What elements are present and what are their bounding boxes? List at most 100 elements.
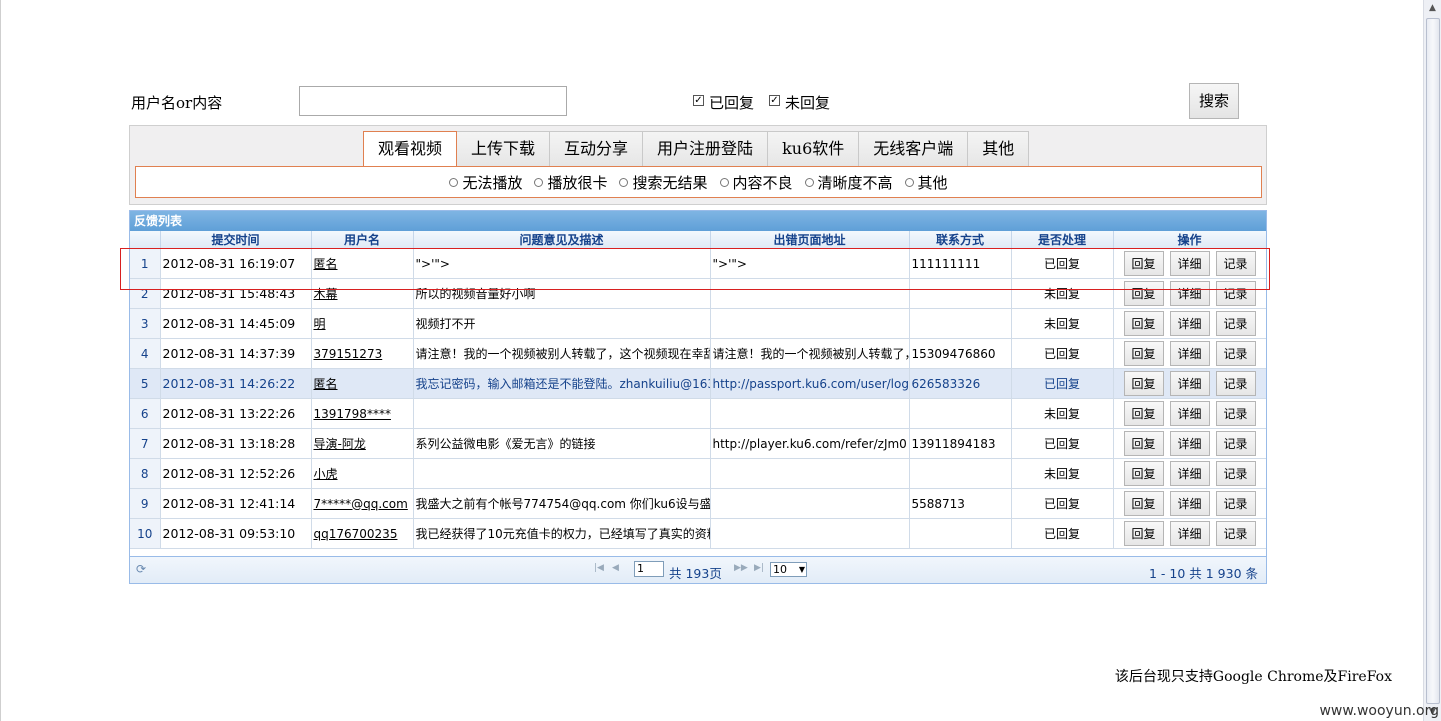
reply-button[interactable]: 回复 xyxy=(1123,341,1164,366)
radio-icon[interactable] xyxy=(719,177,729,187)
table-row[interactable]: 4 2012-08-31 14:37:39 379151273 请注意！我的一个视频被… xyxy=(130,338,1266,369)
tab-2[interactable]: 互动分享 xyxy=(550,131,644,167)
column-header-3[interactable]: 问题意见及描述 xyxy=(413,231,711,249)
sub-option-0[interactable]: 无法播放 xyxy=(449,172,522,193)
search-input[interactable] xyxy=(299,86,567,116)
scroll-thumb[interactable] xyxy=(1426,18,1440,704)
tab-1[interactable]: 上传下载 xyxy=(457,131,551,167)
total-pages: 共 193页 xyxy=(669,566,722,581)
record-button[interactable]: 记录 xyxy=(1215,311,1256,336)
detail-button[interactable]: 详细 xyxy=(1169,491,1210,516)
cell-url: 请注意！我的一个视频被别人转载了， xyxy=(710,338,910,369)
detail-button[interactable]: 详细 xyxy=(1169,521,1210,546)
next-page-icon[interactable]: ▶▶ xyxy=(734,563,748,573)
unreplied-checkbox[interactable]: ✓ xyxy=(769,95,780,106)
sub-option-1[interactable]: 播放很卡 xyxy=(534,172,607,193)
sub-option-5[interactable]: 其他 xyxy=(904,172,948,193)
table-row[interactable]: 7 2012-08-31 13:18:28 导演-阿龙 系列公益微电影《爱无言》的链接… xyxy=(130,428,1266,459)
tab-5[interactable]: 无线客户端 xyxy=(859,131,969,167)
browser-support-note: 该后台现只支持Google Chrome及FireFox xyxy=(1114,669,1392,685)
vertical-scrollbar[interactable]: ▲ ▼ xyxy=(1423,0,1441,721)
sub-option-2[interactable]: 搜索无结果 xyxy=(619,172,708,193)
reply-button[interactable]: 回复 xyxy=(1123,431,1164,456)
radio-icon[interactable] xyxy=(804,177,814,187)
reply-button[interactable]: 回复 xyxy=(1123,491,1164,516)
scroll-up-icon[interactable]: ▲ xyxy=(1425,1,1440,16)
tab-0[interactable]: 观看视频 xyxy=(363,131,458,167)
detail-button[interactable]: 详细 xyxy=(1169,461,1210,486)
cell-time: 2012-08-31 13:18:28 xyxy=(160,428,312,459)
cell-actions: 回复 详细 记录 xyxy=(1113,368,1266,399)
reply-button[interactable]: 回复 xyxy=(1123,461,1164,486)
user-link[interactable]: 7*****@qq.com xyxy=(314,497,408,511)
cell-num: 4 xyxy=(130,338,161,369)
table-row[interactable]: 9 2012-08-31 12:41:14 7*****@qq.com 我盛大之前有个… xyxy=(130,488,1266,519)
radio-icon[interactable] xyxy=(619,177,629,187)
detail-button[interactable]: 详细 xyxy=(1169,431,1210,456)
cell-status: 未回复 xyxy=(1011,398,1114,429)
user-link[interactable]: 小虎 xyxy=(314,467,338,481)
record-button[interactable]: 记录 xyxy=(1215,461,1256,486)
column-header-6[interactable]: 是否处理 xyxy=(1011,231,1114,249)
cell-time: 2012-08-31 12:41:14 xyxy=(160,488,312,519)
record-button[interactable]: 记录 xyxy=(1215,521,1256,546)
table-row[interactable]: 5 2012-08-31 14:26:22 匿名 我忘记密码，输入邮箱还是不能登陆。z… xyxy=(130,368,1266,399)
cell-actions: 回复 详细 记录 xyxy=(1113,518,1266,549)
column-header-4[interactable]: 出错页面地址 xyxy=(710,231,910,249)
tab-3[interactable]: 用户注册登陆 xyxy=(643,131,769,167)
table-row[interactable]: 3 2012-08-31 14:45:09 明 视频打不开 未回复 回复 详细 记录 xyxy=(130,308,1266,339)
cell-contact: 626583326 xyxy=(909,368,1012,399)
cell-actions: 回复 详细 记录 xyxy=(1113,398,1266,429)
sub-option-3[interactable]: 内容不良 xyxy=(719,172,793,193)
radio-icon[interactable] xyxy=(904,177,914,187)
user-link[interactable]: 匿名 xyxy=(314,377,338,391)
detail-button[interactable]: 详细 xyxy=(1169,401,1210,426)
user-link[interactable]: 1391798**** xyxy=(314,407,391,421)
radio-icon[interactable] xyxy=(449,177,459,187)
table-row[interactable]: 10 2012-08-31 09:53:10 qq176700235 我已经获得了10… xyxy=(130,518,1266,549)
record-button[interactable]: 记录 xyxy=(1215,431,1256,456)
page: 用户名or内容 ✓ 已回复 ✓ 未回复 搜索 观看视频 上传下载 互动分享 用户注册登… xyxy=(0,0,1424,721)
last-page-icon[interactable]: ▶| xyxy=(754,563,764,573)
record-button[interactable]: 记录 xyxy=(1215,371,1256,396)
column-header-0[interactable] xyxy=(130,231,161,249)
cell-actions: 回复 详细 记录 xyxy=(1113,338,1266,369)
detail-button[interactable]: 详细 xyxy=(1169,311,1210,336)
detail-button[interactable]: 详细 xyxy=(1169,371,1210,396)
user-link[interactable]: qq176700235 xyxy=(314,527,398,541)
cell-user: 小虎 xyxy=(311,458,414,489)
cell-url xyxy=(710,398,910,429)
page-size-select[interactable]: 10 ▼ xyxy=(770,562,807,577)
reply-button[interactable]: 回复 xyxy=(1123,401,1164,426)
table-row[interactable]: 8 2012-08-31 12:52:26 小虎 未回复 回复 详细 记录 xyxy=(130,458,1266,489)
refresh-icon[interactable]: ⟳ xyxy=(136,562,146,576)
reply-button[interactable]: 回复 xyxy=(1123,371,1164,396)
cell-user: 导演-阿龙 xyxy=(311,428,414,459)
prev-page-icon[interactable]: ◀ xyxy=(612,563,619,573)
search-button[interactable]: 搜索 xyxy=(1189,83,1239,119)
column-header-2[interactable]: 用户名 xyxy=(311,231,414,249)
reply-button[interactable]: 回复 xyxy=(1123,521,1164,546)
column-header-1[interactable]: 提交时间 xyxy=(160,231,312,249)
record-button[interactable]: 记录 xyxy=(1215,401,1256,426)
column-header-5[interactable]: 联系方式 xyxy=(909,231,1012,249)
column-header-7[interactable]: 操作 xyxy=(1113,231,1266,249)
user-link[interactable]: 明 xyxy=(314,317,326,331)
reply-button[interactable]: 回复 xyxy=(1123,311,1164,336)
tab-4[interactable]: ku6软件 xyxy=(768,131,860,167)
user-link[interactable]: 379151273 xyxy=(314,347,383,361)
radio-icon[interactable] xyxy=(534,177,544,187)
cell-actions: 回复 详细 记录 xyxy=(1113,458,1266,489)
record-button[interactable]: 记录 xyxy=(1215,341,1256,366)
cell-url xyxy=(710,518,910,549)
sub-option-4[interactable]: 清晰度不高 xyxy=(804,172,893,193)
replied-checkbox[interactable]: ✓ xyxy=(693,95,704,106)
record-button[interactable]: 记录 xyxy=(1215,491,1256,516)
user-link[interactable]: 导演-阿龙 xyxy=(314,437,366,451)
page-number-input[interactable]: 1 xyxy=(634,561,664,577)
cell-status: 未回复 xyxy=(1011,458,1114,489)
tab-6[interactable]: 其他 xyxy=(968,131,1030,167)
detail-button[interactable]: 详细 xyxy=(1169,341,1210,366)
table-row[interactable]: 6 2012-08-31 13:22:26 1391798**** 未回复 回复 详细 记录 xyxy=(130,398,1266,429)
first-page-icon[interactable]: |◀ xyxy=(594,563,604,573)
